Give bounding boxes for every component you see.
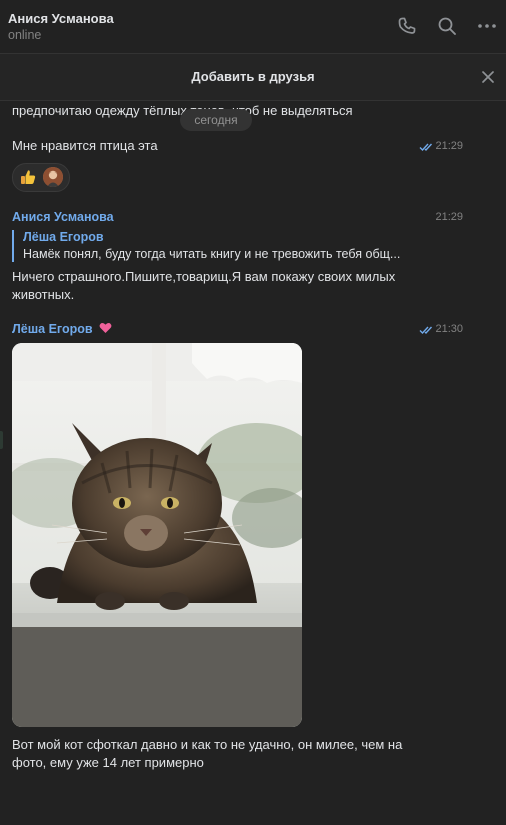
close-icon[interactable]: [478, 67, 498, 87]
message-text-line: фото, ему уже 14 лет примерно: [12, 755, 204, 770]
read-checkmark-icon: [419, 326, 433, 335]
add-friend-button[interactable]: Добавить в друзья: [0, 69, 506, 84]
cat-photo[interactable]: [12, 343, 302, 727]
message-text-line: Ничего страшного.Пишите,товарищ.Я вам по…: [12, 269, 396, 284]
message-text: Мне нравится птица эта: [12, 138, 158, 153]
chat-header: Анися Усманова online: [0, 0, 506, 54]
phone-icon[interactable]: [395, 14, 419, 38]
date-separator: сегодня: [180, 109, 252, 131]
thumbs-up-icon[interactable]: [18, 167, 38, 187]
reactions-bar[interactable]: [12, 163, 70, 192]
reaction-avatar[interactable]: [43, 167, 63, 187]
peer-status: online: [8, 28, 42, 42]
message-author[interactable]: Лёша Егоров: [12, 322, 112, 336]
message-time: 21:29: [435, 140, 463, 152]
peer-name[interactable]: Анися Усманова: [8, 11, 114, 26]
message-time: 21:30: [435, 323, 463, 335]
message-history[interactable]: предпочитаю одежду тёплых тонов, чтоб не…: [0, 101, 506, 825]
author-name: Лёша Егоров: [12, 322, 93, 336]
add-friend-bar: Добавить в друзья: [0, 54, 506, 101]
read-checkmark-icon: [419, 143, 433, 152]
more-icon[interactable]: [475, 14, 499, 38]
reply-author: Лёша Егоров: [23, 230, 104, 244]
message-author[interactable]: Анися Усманова: [12, 210, 114, 224]
scroll-indicator: [0, 431, 3, 449]
message-text-line: Вот мой кот сфоткал давно и как то не уд…: [12, 737, 403, 752]
message-time: 21:29: [435, 211, 463, 223]
reply-quote[interactable]: Лёша Егоров Намёк понял, буду тогда чита…: [12, 230, 434, 262]
reply-text: Намёк понял, буду тогда читать книгу и н…: [23, 247, 401, 261]
message-text-line: животных.: [12, 287, 75, 302]
heart-icon: [99, 323, 112, 333]
search-icon[interactable]: [435, 14, 459, 38]
